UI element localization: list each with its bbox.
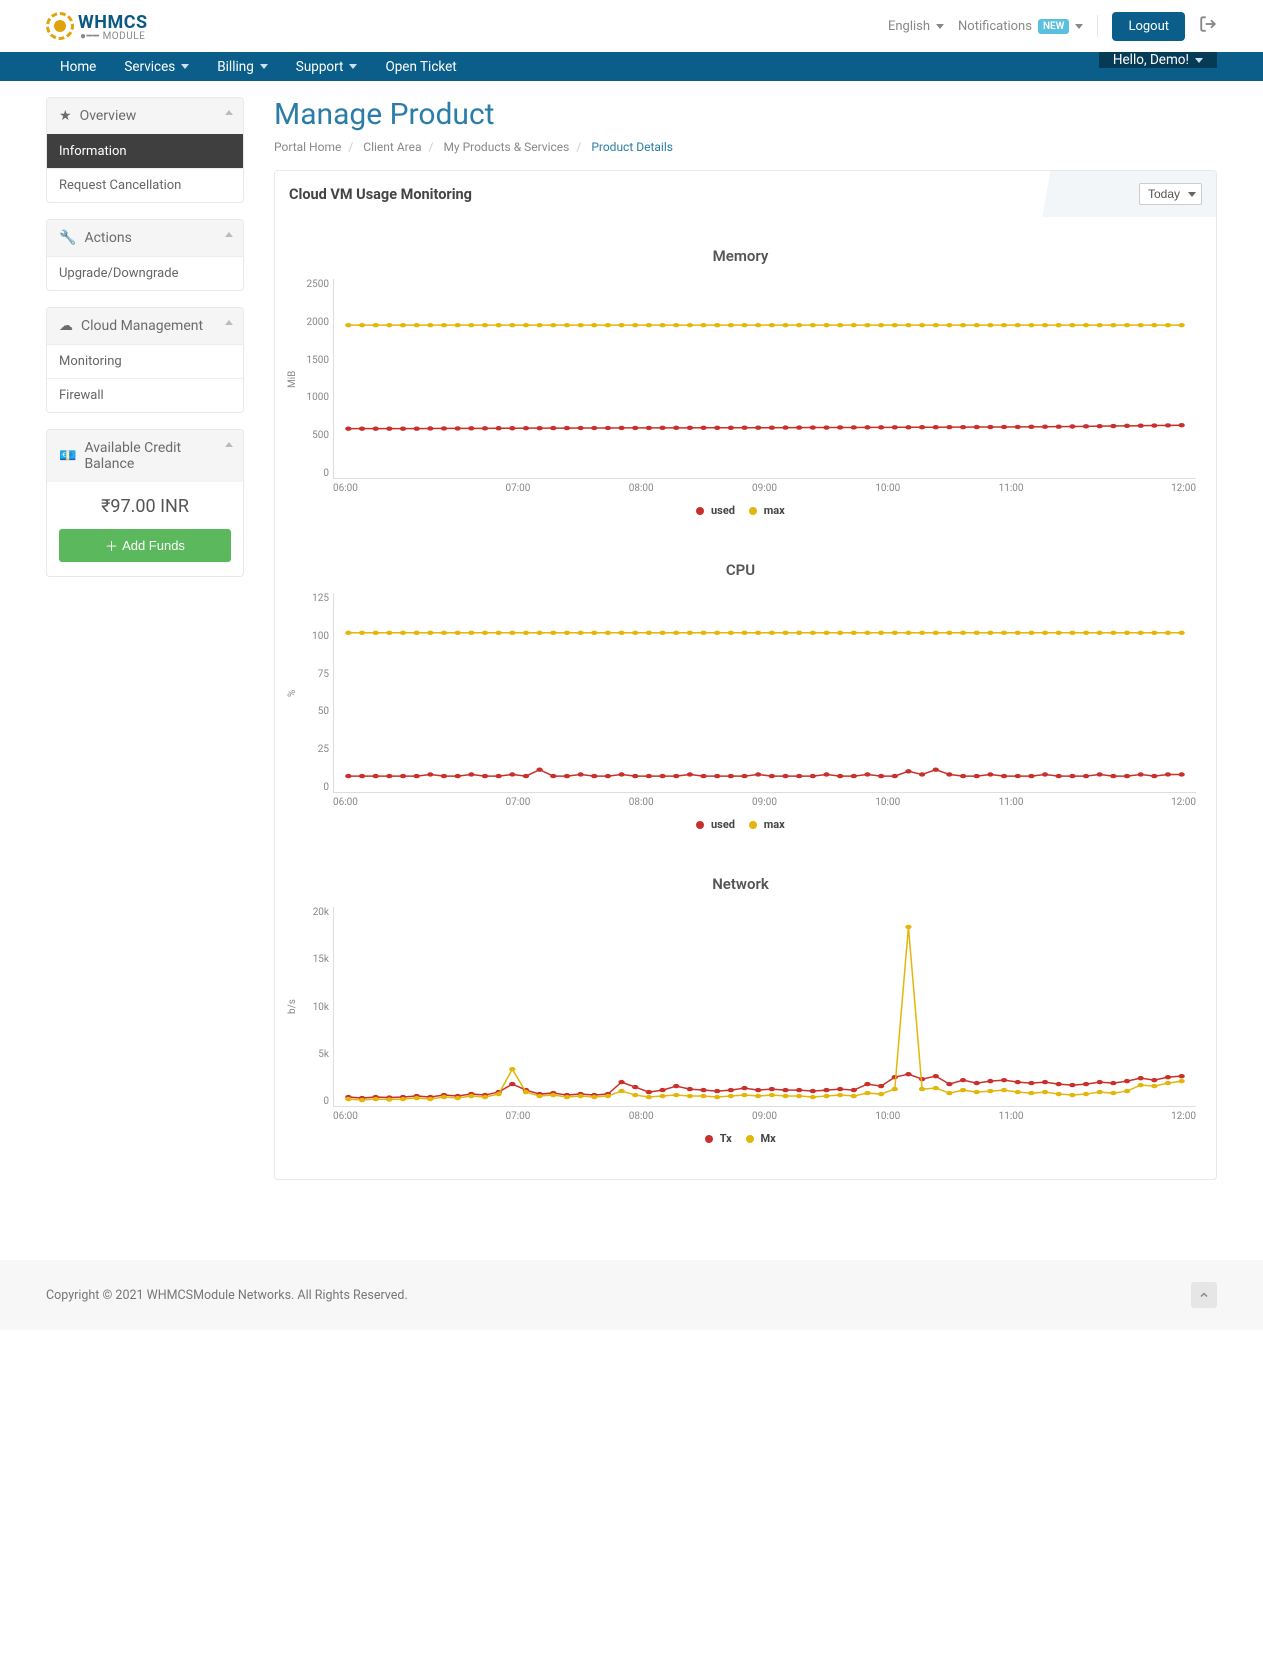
chevron-up-icon — [225, 442, 233, 447]
nav-right: Hello, Demo! — [1099, 52, 1217, 81]
nav-user-menu[interactable]: Hello, Demo! — [1099, 52, 1217, 68]
caret-down-icon — [1075, 24, 1083, 29]
x-ticks: 06:0007:0008:0009:0010:0011:0012:00 — [333, 797, 1196, 808]
panel-balance: 💶 Available Credit Balance ₹97.00 INR ＋ … — [46, 429, 244, 577]
notifications-label: Notifications — [958, 19, 1032, 34]
caret-down-icon — [1195, 58, 1203, 63]
divider — [1097, 15, 1098, 37]
caret-down-icon — [936, 24, 944, 29]
chart-plot[interactable] — [333, 593, 1196, 793]
panel-heading-overview[interactable]: ★ Overview — [47, 98, 243, 134]
chart-legend: Tx Mx — [285, 1132, 1196, 1145]
chart-plot[interactable] — [333, 907, 1196, 1107]
card-body: MemoryMiB2500200015001000500006:0007:000… — [275, 217, 1216, 1179]
balance-body: ₹97.00 INR ＋ Add Funds — [47, 482, 243, 576]
topbar: WHMCS ●━━ MODULE English Notifications N… — [0, 0, 1263, 52]
notifications-menu[interactable]: Notifications NEW — [958, 19, 1083, 34]
card-header: Cloud VM Usage Monitoring Today — [275, 171, 1216, 217]
logo-subtext: ●━━ MODULE — [80, 33, 148, 41]
chart-title: CPU — [285, 561, 1196, 579]
usage-card: Cloud VM Usage Monitoring Today Memory Mi… — [274, 170, 1217, 1180]
wrench-icon: 🔧 — [59, 230, 76, 246]
navbar: Home Services Billing Support Open Ticke… — [0, 52, 1263, 81]
balance-amount: ₹97.00 INR — [59, 496, 231, 517]
breadcrumb: Portal Home/ Client Area/ My Products & … — [274, 140, 1217, 154]
page-title: Manage Product — [274, 97, 1217, 132]
signout-icon[interactable] — [1199, 15, 1217, 38]
nav-services[interactable]: Services — [110, 52, 203, 81]
period-select[interactable]: Today — [1139, 183, 1202, 205]
caret-down-icon — [349, 64, 357, 69]
crumb-portal-home[interactable]: Portal Home — [274, 140, 341, 154]
panel-cloud: ☁ Cloud Management Monitoring Firewall — [46, 307, 244, 413]
chevron-up-icon — [225, 232, 233, 237]
y-axis-label: b/s — [285, 907, 297, 1107]
sidebar-item-request-cancellation[interactable]: Request Cancellation — [47, 168, 243, 202]
x-ticks: 06:0007:0008:0009:0010:0011:0012:00 — [333, 1111, 1196, 1122]
back-to-top-button[interactable] — [1191, 1282, 1217, 1308]
panel-heading-actions[interactable]: 🔧 Actions — [47, 220, 243, 256]
logout-button[interactable]: Logout — [1112, 12, 1185, 41]
chart-network: Network b/s20k15k10k5k006:0007:0008:0009:… — [285, 875, 1196, 1145]
star-icon: ★ — [59, 108, 72, 124]
plus-icon: ＋ — [105, 536, 118, 555]
chart-legend: used max — [285, 504, 1196, 517]
language-menu[interactable]: English — [888, 19, 944, 34]
logo-gear-icon — [46, 12, 74, 40]
footer: Copyright © 2021 WHMCSModule Networks. A… — [0, 1260, 1263, 1330]
x-ticks: 06:0007:0008:0009:0010:0011:0012:00 — [333, 483, 1196, 494]
sidebar-item-upgrade[interactable]: Upgrade/Downgrade — [47, 256, 243, 290]
y-ticks: 20k15k10k5k0 — [297, 907, 333, 1107]
chevron-up-icon — [225, 110, 233, 115]
y-ticks: 1251007550250 — [297, 593, 333, 793]
logo-text: WHMCS — [78, 12, 148, 33]
nav-billing[interactable]: Billing — [203, 52, 282, 81]
chart-plot[interactable] — [333, 279, 1196, 479]
nav-support[interactable]: Support — [282, 52, 372, 81]
add-funds-button[interactable]: ＋ Add Funds — [59, 529, 231, 562]
sidebar-item-firewall[interactable]: Firewall — [47, 378, 243, 412]
sidebar-item-information[interactable]: Information — [47, 134, 243, 168]
card-title: Cloud VM Usage Monitoring — [289, 186, 472, 203]
panel-actions: 🔧 Actions Upgrade/Downgrade — [46, 219, 244, 291]
chart-memory: Memory MiB2500200015001000500006:0007:000… — [285, 247, 1196, 517]
main: Manage Product Portal Home/ Client Area/… — [274, 97, 1217, 1180]
y-ticks: 25002000150010005000 — [297, 279, 333, 479]
panel-overview: ★ Overview Information Request Cancellat… — [46, 97, 244, 203]
panel-heading-cloud[interactable]: ☁ Cloud Management — [47, 308, 243, 344]
chart-legend: used max — [285, 818, 1196, 831]
notifications-badge: NEW — [1038, 19, 1070, 34]
caret-down-icon — [260, 64, 268, 69]
crumb-client-area[interactable]: Client Area — [363, 140, 421, 154]
money-icon: 💶 — [59, 448, 76, 464]
language-label: English — [888, 19, 930, 34]
nav-home[interactable]: Home — [46, 52, 110, 81]
topbar-right: English Notifications NEW Logout — [888, 12, 1217, 41]
cloud-icon: ☁ — [59, 318, 73, 334]
logo[interactable]: WHMCS ●━━ MODULE — [46, 12, 148, 41]
nav-left: Home Services Billing Support Open Ticke… — [46, 52, 471, 81]
y-axis-label: % — [285, 593, 297, 793]
chart-cpu: CPU%125100755025006:0007:0008:0009:0010:… — [285, 561, 1196, 831]
panel-heading-balance[interactable]: 💶 Available Credit Balance — [47, 430, 243, 482]
sidebar-item-monitoring[interactable]: Monitoring — [47, 344, 243, 378]
nav-open-ticket[interactable]: Open Ticket — [371, 52, 470, 81]
crumb-current: Product Details — [591, 140, 673, 154]
crumb-products-services[interactable]: My Products & Services — [443, 140, 569, 154]
sidebar: ★ Overview Information Request Cancellat… — [46, 97, 244, 593]
chevron-up-icon — [225, 320, 233, 325]
chart-title: Network — [285, 875, 1196, 893]
copyright: Copyright © 2021 WHMCSModule Networks. A… — [46, 1288, 408, 1303]
caret-down-icon — [181, 64, 189, 69]
chart-title: Memory — [285, 247, 1196, 265]
y-axis-label: MiB — [285, 279, 297, 479]
